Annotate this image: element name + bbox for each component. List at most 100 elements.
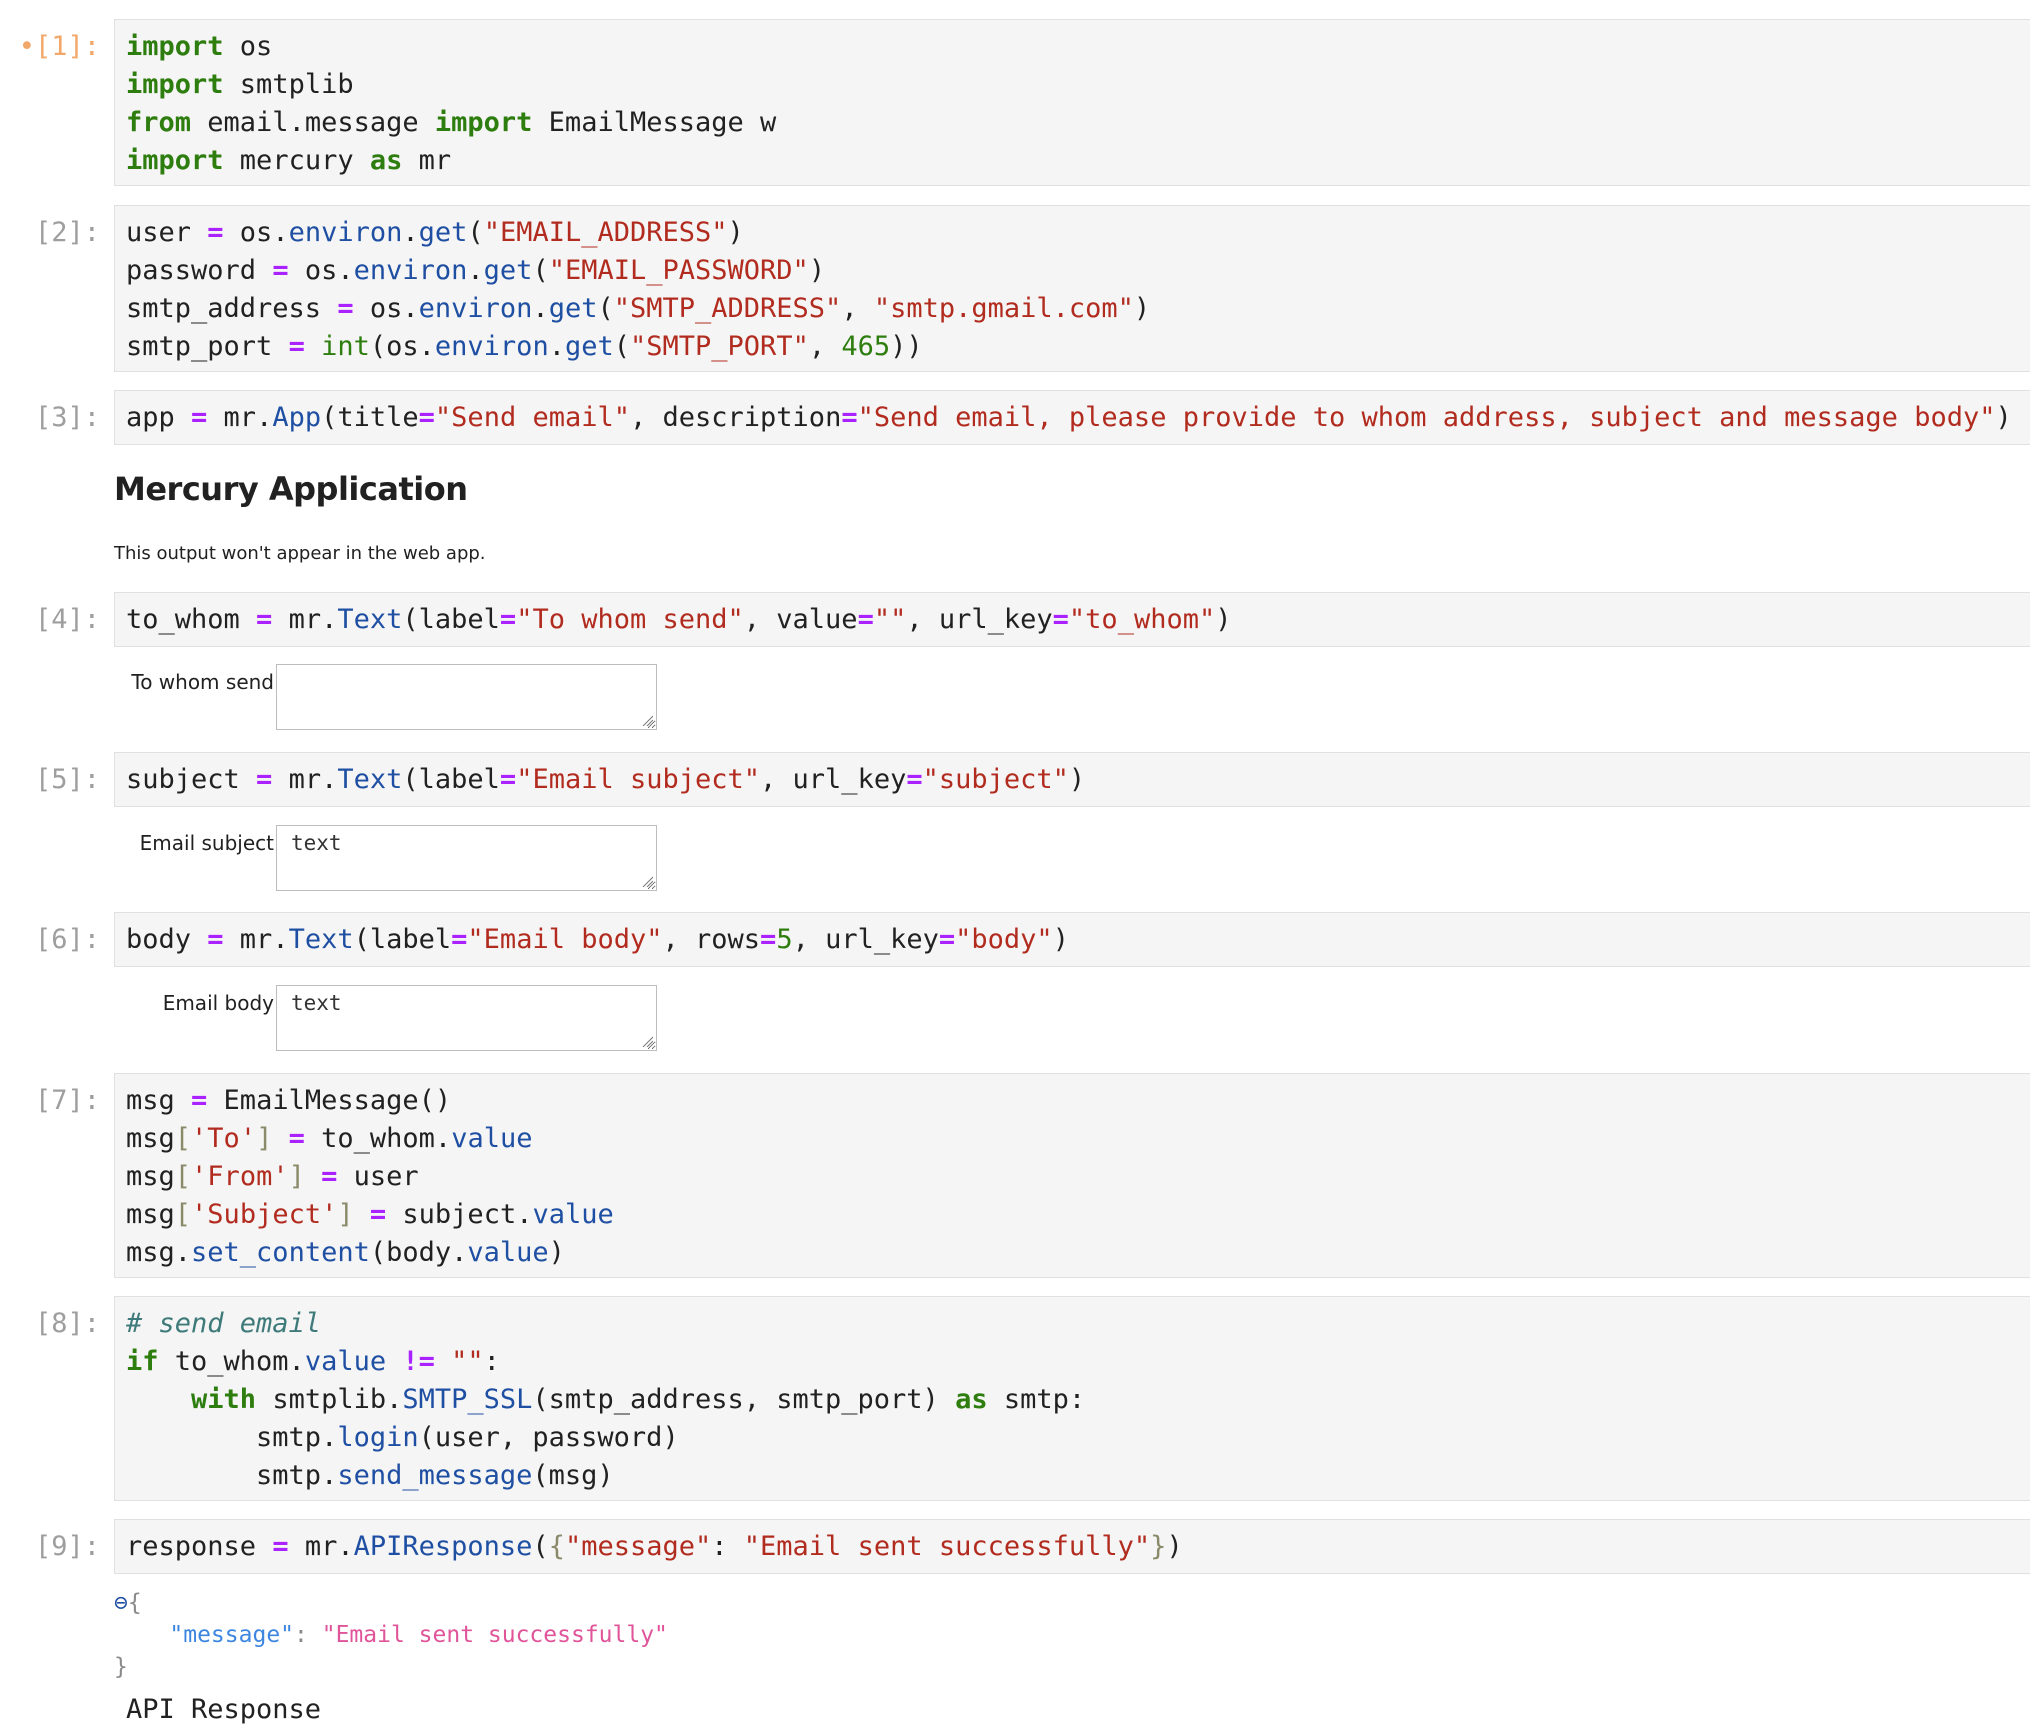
code-line: msg['From'] = user <box>126 1158 2030 1196</box>
code-token: ) <box>1995 402 2012 433</box>
code-text[interactable]: response = mr.APIResponse({"message": "E… <box>126 1528 2030 1566</box>
code-token: to_whom <box>126 604 257 635</box>
code-token: Text <box>337 604 403 635</box>
code-token: import <box>434 107 533 138</box>
code-token: "body" <box>955 924 1053 955</box>
code-token: subject <box>126 764 257 795</box>
code-text[interactable]: # send email if to_whom.value != "": with… <box>126 1305 2030 1495</box>
code-token: , <box>808 331 842 362</box>
resize-grip-icon[interactable] <box>641 714 653 726</box>
code-line: msg['Subject'] = subject.value <box>126 1196 2030 1234</box>
code-token: smtplib <box>223 69 354 100</box>
json-close-brace: } <box>114 1654 128 1680</box>
code-token: , value <box>743 604 858 635</box>
code-token: , rows <box>662 924 761 955</box>
code-editor[interactable]: to_whom = mr.Text(label="To whom send", … <box>114 592 2030 647</box>
code-token: (os. <box>369 331 435 362</box>
code-editor[interactable]: # send email if to_whom.value != "": with… <box>114 1296 2030 1501</box>
code-token: (label <box>402 764 500 795</box>
cell-prompt: •[1]: <box>18 31 100 62</box>
code-token: App <box>272 402 322 433</box>
code-token: (label <box>402 604 500 635</box>
code-token: EmailMessage w <box>532 107 777 138</box>
to-whom-input[interactable] <box>276 664 657 730</box>
code-token: as <box>369 145 403 176</box>
code-editor[interactable]: app = mr.App(title="Send email", descrip… <box>114 390 2030 445</box>
code-token: = <box>191 1085 208 1116</box>
code-token: Text <box>288 924 354 955</box>
code-text[interactable]: subject = mr.Text(label="Email subject",… <box>126 761 2030 799</box>
code-token: = <box>760 924 777 955</box>
code-token: environ <box>288 217 403 248</box>
cell-prompt: [9]: <box>34 1531 100 1562</box>
code-editor[interactable]: msg = EmailMessage() msg['To'] = to_whom.… <box>114 1073 2030 1278</box>
code-token: (smtp_address, smtp_port) <box>532 1384 956 1415</box>
code-token: EmailMessage() <box>207 1085 452 1116</box>
code-token: [ <box>174 1161 192 1192</box>
code-text[interactable]: import os import smtplib from email.messag… <box>126 28 2030 180</box>
code-text[interactable]: body = mr.Text(label="Email body", rows=… <box>126 921 2030 959</box>
code-token: : <box>711 1531 744 1562</box>
code-token: (body. <box>369 1237 468 1268</box>
code-token: environ <box>434 331 549 362</box>
code-token: (user, password) <box>418 1422 679 1453</box>
code-token: "Send email, please provide to whom addr… <box>857 402 1996 433</box>
code-token: ( <box>532 1531 549 1562</box>
code-token: 'To' <box>191 1123 257 1154</box>
code-token: )) <box>890 331 923 362</box>
email-body-input[interactable] <box>276 985 657 1051</box>
code-token: ) <box>1133 293 1151 324</box>
code-editor[interactable]: user = os.environ.get("EMAIL_ADDRESS") pa… <box>114 205 2030 372</box>
code-token: ( <box>613 331 631 362</box>
code-editor[interactable]: response = mr.APIResponse({"message": "E… <box>114 1519 2030 1574</box>
json-key: "message" <box>169 1622 295 1648</box>
email-subject-widget: Email subject <box>114 825 674 893</box>
code-token: ) <box>1068 764 1086 795</box>
code-token: = <box>288 1123 305 1154</box>
email-body-label: Email body <box>162 991 274 1015</box>
resize-grip-icon[interactable] <box>641 875 653 887</box>
code-token: mr <box>402 145 452 176</box>
code-token: ) <box>548 1237 565 1268</box>
to-whom-widget: To whom send <box>114 664 674 732</box>
code-editor[interactable]: subject = mr.Text(label="Email subject",… <box>114 752 2030 807</box>
code-token: smtp. <box>126 1422 338 1453</box>
code-token: : <box>483 1346 500 1377</box>
code-editor[interactable]: body = mr.Text(label="Email body", rows=… <box>114 912 2030 967</box>
code-line: import os <box>126 28 2030 66</box>
to-whom-label: To whom send <box>131 670 274 694</box>
code-token: = <box>337 293 354 324</box>
code-token: value <box>451 1123 533 1154</box>
code-token: to_whom. <box>158 1346 305 1377</box>
email-subject-input[interactable] <box>276 825 657 891</box>
collapse-circle-icon[interactable]: ⊖ <box>114 1590 128 1616</box>
code-line: subject = mr.Text(label="Email subject",… <box>126 761 2030 799</box>
code-text[interactable]: app = mr.App(title="Send email", descrip… <box>126 399 2030 437</box>
json-output: ⊖{ "message": "Email sent successfully" … <box>114 1587 668 1683</box>
code-token: mr. <box>288 1531 354 1562</box>
code-line: smtp.login(user, password) <box>126 1419 2030 1457</box>
code-line: body = mr.Text(label="Email body", rows=… <box>126 921 2030 959</box>
code-token: os. <box>288 255 354 286</box>
code-token: import <box>126 69 224 100</box>
code-line: from email.message import EmailMessage w <box>126 104 2030 142</box>
code-token: = <box>207 217 224 248</box>
code-text[interactable]: msg = EmailMessage() msg['To'] = to_whom.… <box>126 1082 2030 1272</box>
code-token: ( <box>467 217 484 248</box>
code-text[interactable]: to_whom = mr.Text(label="To whom send", … <box>126 601 2030 639</box>
code-text[interactable]: user = os.environ.get("EMAIL_ADDRESS") pa… <box>126 214 2030 366</box>
cell-prompt: [5]: <box>34 764 100 795</box>
code-token: os. <box>353 293 419 324</box>
code-token: = <box>272 255 289 286</box>
resize-grip-icon[interactable] <box>641 1035 653 1047</box>
code-editor[interactable]: import os import smtplib from email.messag… <box>114 19 2030 186</box>
code-line: app = mr.App(title="Send email", descrip… <box>126 399 2030 437</box>
code-token: (title <box>321 402 419 433</box>
code-token: as <box>955 1384 988 1415</box>
code-token: } <box>1150 1531 1167 1562</box>
code-token: SMTP_SSL <box>402 1384 533 1415</box>
code-token: (label <box>353 924 452 955</box>
